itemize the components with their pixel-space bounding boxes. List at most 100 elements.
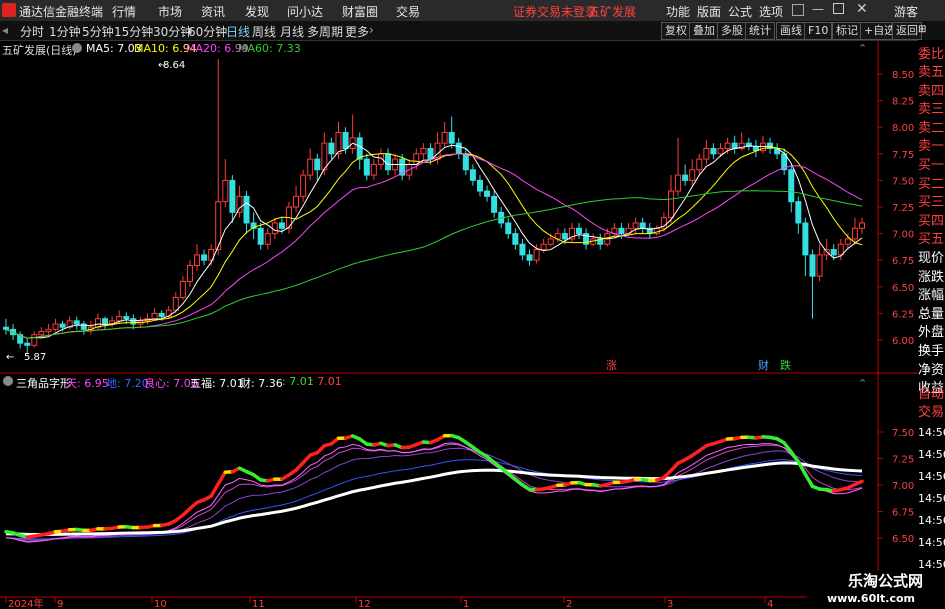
stock-name-title: 五矿发展 (588, 5, 637, 19)
tf-daily[interactable]: 日线 (226, 23, 250, 40)
menu-item-discover[interactable]: 发现 (245, 3, 269, 20)
candle-body (448, 132, 455, 144)
low-arrow-icon: ← (6, 352, 14, 363)
candle-body (519, 243, 526, 256)
candle-body (859, 222, 865, 229)
candle-body (830, 249, 837, 256)
side-item-9[interactable]: 买五 (918, 231, 945, 249)
btn-f10[interactable]: F10 (804, 22, 833, 40)
side-item-0[interactable]: 卖五 (918, 64, 945, 82)
btn-draw[interactable]: 画线 (776, 22, 806, 40)
settings-dot-icon[interactable] (72, 43, 82, 53)
candle-body (24, 342, 31, 346)
side-item-3[interactable]: 卖二 (918, 120, 945, 138)
menu-item-wenxiaoda[interactable]: 问小达 (287, 3, 323, 20)
ind-y-tick-label: 7.25 (892, 455, 914, 466)
btn-stats[interactable]: 统计 (745, 22, 775, 40)
candle-body (675, 174, 682, 192)
candle-body (561, 233, 568, 240)
tf-60min[interactable]: 60分钟 (188, 23, 227, 40)
indicator-y-axis: 7.50 7.25 7.00 6.75 6.50 (878, 428, 914, 545)
side-item-12[interactable]: 涨幅 (918, 287, 945, 305)
candle-body (321, 142, 328, 171)
side-item-16[interactable]: 净资 (918, 362, 945, 380)
window-icon[interactable] (792, 4, 804, 16)
btn-adjust[interactable]: 复权 (661, 22, 691, 40)
side-time-2: 14:56 (918, 470, 945, 483)
main-y-tick-label: 8.25 (892, 97, 914, 108)
side-icon[interactable]: ⊞ (918, 24, 926, 35)
side-item-6[interactable]: 买二 (918, 176, 945, 194)
tf-1min[interactable]: 1分钟 (49, 23, 81, 40)
side-item-15[interactable]: 换手 (918, 343, 945, 361)
btn-overlay[interactable]: 叠加 (689, 22, 719, 40)
tf-monthly[interactable]: 月线 (280, 23, 304, 40)
tf-30min[interactable]: 30分钟 (153, 23, 192, 40)
menu-item-function[interactable]: 功能 (666, 3, 690, 20)
candle-body (243, 195, 250, 224)
side-label-weibi: 委比 (918, 47, 945, 62)
more-chevron-icon[interactable]: › (369, 23, 374, 37)
tf-weekly[interactable]: 周线 (252, 23, 276, 40)
side-item-13[interactable]: 总量 (918, 306, 945, 324)
candle-body (31, 334, 38, 346)
side-item-2[interactable]: 卖三 (918, 101, 945, 119)
side-item-14[interactable]: 外盘 (918, 324, 945, 342)
watermark-title: 乐淘公式网 (847, 572, 923, 590)
close-icon[interactable]: ✕ (856, 1, 868, 17)
tf-more[interactable]: 更多 (345, 23, 369, 40)
side-item-1[interactable]: 卖四 (918, 83, 945, 101)
main-chart-title[interactable]: 五矿发展(日线) (2, 42, 77, 58)
maximize-icon[interactable] (833, 3, 844, 14)
marker-rise: 涨 (606, 359, 617, 372)
main-y-tick-label: 6.50 (892, 283, 914, 294)
menu-item-market[interactable]: 行情 (112, 3, 136, 20)
candle-body (73, 320, 80, 325)
tf-timeshare[interactable]: 分时 (20, 23, 44, 40)
x-tick-label: 2024年 (8, 597, 43, 609)
menu-item-options[interactable]: 选项 (759, 3, 783, 20)
candle-body (130, 318, 137, 325)
side-item-7[interactable]: 买三 (918, 194, 945, 212)
tf-15min[interactable]: 15分钟 (114, 23, 153, 40)
toolbar-left-arrow-icon[interactable]: ◂ (2, 23, 8, 37)
tf-5min[interactable]: 5分钟 (82, 23, 114, 40)
x-axis-labels: 2024年 9 10 11 12 1 2 3 4 (5, 597, 773, 609)
candle-body (717, 147, 724, 155)
quote-side-panel: ⊞ 委比 卖五 卖四 卖三 卖二 卖一 买一 买二 买三 买四 买五 现价 涨跌 涨幅 总量 外盘 换手 净资收… (918, 24, 945, 609)
menu-item-layout[interactable]: 版面 (697, 3, 721, 20)
pane2-up-arrow-icon[interactable]: ⌃ (858, 377, 867, 390)
auto-trade-label-2[interactable]: 交易 (918, 404, 945, 422)
indicator-title[interactable]: 三角品字形 (16, 375, 71, 391)
menu-item-wealth[interactable]: 财富圈 (342, 3, 378, 20)
candle-body (484, 190, 491, 197)
tf-multi[interactable]: 多周期 (307, 23, 343, 40)
btn-multistock[interactable]: 多股 (717, 22, 747, 40)
chart-toolbar: ◂ 分时 1分钟 5分钟 15分钟 30分钟 60分钟 日线 周线 月线 多周期… (0, 21, 945, 41)
side-item-5[interactable]: 买一 (918, 157, 945, 175)
candle-body (639, 222, 646, 229)
auto-trade-label-1[interactable]: 自动 (918, 386, 945, 404)
kline-chart[interactable]: 8.50 8.25 8.00 7.75 7.50 7.25 7.00 6.75 6.50 6.25… (0, 40, 918, 609)
minimize-icon[interactable]: — (812, 2, 824, 16)
guest-label[interactable]: 游客 (894, 3, 918, 20)
candle-body (802, 222, 809, 256)
login-warning[interactable]: 证券交易未登录 (513, 3, 597, 20)
candle-body (837, 243, 844, 256)
side-item-8[interactable]: 买四 (918, 213, 945, 231)
wufu-line (5, 461, 863, 536)
candle-body (455, 142, 462, 155)
side-item-4[interactable]: 卖一 (918, 138, 945, 156)
menu-item-formula[interactable]: 公式 (728, 3, 752, 20)
menu-item-exchange[interactable]: 市场 (158, 3, 182, 20)
pane-up-arrow-icon[interactable]: ⌃ (858, 42, 867, 55)
side-item-10[interactable]: 现价 (918, 250, 945, 268)
menu-item-trade[interactable]: 交易 (396, 3, 420, 20)
btn-mark[interactable]: 标记 (832, 22, 862, 40)
side-time-5: 14:56 (918, 536, 945, 549)
side-item-11[interactable]: 涨跌 (918, 269, 945, 287)
x-tick-label: 10 (154, 599, 167, 609)
indicator-settings-icon[interactable] (3, 376, 13, 386)
legend-di: 地: 7.20 (106, 377, 149, 390)
menu-item-news[interactable]: 资讯 (201, 3, 225, 20)
